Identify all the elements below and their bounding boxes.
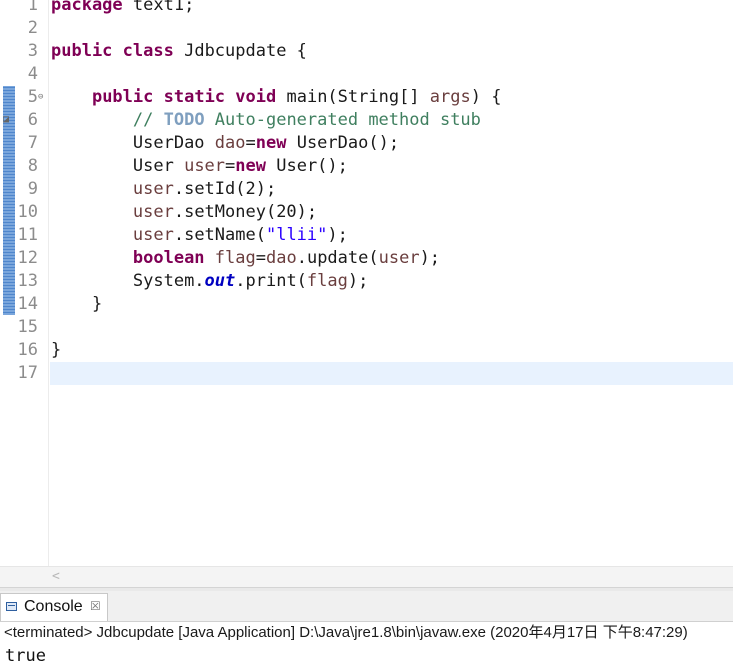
code-line-6[interactable]: // TODO Auto-generated method stub [51, 109, 481, 132]
code-text: UserDao(); [286, 133, 400, 153]
variable: flag [306, 271, 348, 291]
code-text: ); [419, 248, 441, 268]
code-text: ) { [470, 87, 502, 107]
line-number: 8 [27, 156, 38, 176]
code-text: User [132, 156, 185, 176]
line-number: 11 [17, 225, 38, 245]
code-text: main(String[] [276, 87, 430, 107]
variable: dao [214, 133, 246, 153]
code-text: = [225, 156, 236, 176]
line-number: 2 [27, 18, 38, 38]
code-text: .setName( [173, 225, 266, 245]
line-number-gutter[interactable]: ◪ 1 2 3 4 5 ⊖ 6 7 8 9 10 11 12 13 14 15 … [0, 0, 49, 566]
variable: user [184, 156, 226, 176]
keyword: boolean [132, 248, 205, 268]
line-number: 9 [27, 179, 38, 199]
tab-console[interactable]: Console ☒ [0, 593, 108, 621]
keyword: static [163, 87, 226, 107]
variable: user [378, 248, 420, 268]
line-number: 7 [27, 133, 38, 153]
todo-tag: TODO [163, 110, 205, 130]
variable: user [132, 202, 174, 222]
line-number: 10 [17, 202, 38, 222]
code-line-16[interactable]: } [51, 339, 61, 362]
line-number: 12 [17, 248, 38, 268]
variable: args [429, 87, 471, 107]
keyword: public [91, 87, 154, 107]
line-number: 4 [27, 64, 38, 84]
code-line-5[interactable]: public static void main(String[] args) { [51, 86, 502, 109]
code-text: ); [347, 271, 369, 291]
comment: Auto-generated method stub [204, 110, 481, 130]
tab-label: Console [24, 598, 83, 615]
code-line-10[interactable]: user.setMoney(20); [51, 201, 317, 224]
closing-brace: } [51, 340, 62, 360]
code-line-11[interactable]: user.setName("llii"); [51, 224, 348, 247]
console-icon [6, 602, 17, 611]
code-text: = [255, 248, 266, 268]
close-icon[interactable]: ☒ [90, 599, 101, 613]
keyword: class [122, 41, 174, 61]
comment: // [132, 110, 164, 130]
line-number: 16 [17, 340, 38, 360]
line-number: 1 [27, 0, 38, 15]
line-number: 6 [27, 110, 38, 130]
horizontal-scrollbar[interactable]: < [0, 566, 733, 587]
variable: user [132, 225, 174, 245]
code-line-14[interactable]: } [51, 293, 102, 316]
code-text: Jdbcupdate { [173, 41, 307, 61]
code-line-1[interactable]: package text1; [51, 0, 194, 17]
keyword: new [255, 133, 287, 153]
keyword: void [235, 87, 277, 107]
line-number: 13 [17, 271, 38, 291]
code-text: System. [132, 271, 205, 291]
closing-brace: } [91, 294, 103, 314]
line-number: 14 [17, 294, 38, 314]
code-line-7[interactable]: UserDao dao=new UserDao(); [51, 132, 399, 155]
code-text: .print( [235, 271, 307, 291]
console-status: <terminated> Jdbcupdate [Java Applicatio… [4, 624, 688, 641]
string-literal: "llii" [265, 225, 328, 245]
code-line-12[interactable]: boolean flag=dao.update(user); [51, 247, 440, 270]
fold-collapse-icon[interactable]: ⊖ [38, 86, 43, 109]
code-line-3[interactable]: public class Jdbcupdate { [51, 40, 307, 63]
code-line-9[interactable]: user.setId(2); [51, 178, 276, 201]
console-tab-bar: Console ☒ [0, 591, 733, 622]
scroll-left-icon[interactable]: < [52, 567, 60, 587]
line-number: 17 [17, 363, 38, 383]
code-text: ); [327, 225, 348, 245]
code-line-13[interactable]: System.out.print(flag); [51, 270, 368, 293]
variable: flag [214, 248, 256, 268]
line-number: 5 [27, 87, 38, 107]
code-text: .setId(2); [173, 179, 277, 199]
current-line-highlight [50, 362, 733, 385]
line-number: 3 [27, 41, 38, 61]
variable: dao [266, 248, 297, 268]
console-output[interactable]: true [5, 645, 46, 667]
keyword: package [51, 0, 123, 15]
console-view: Console ☒ <terminated> Jdbcupdate [Java … [0, 591, 733, 668]
keyword: public [51, 41, 113, 61]
code-text: = [245, 133, 256, 153]
code-text: .setMoney(20); [173, 202, 318, 222]
code-text: .update( [296, 248, 379, 268]
code-text: text1; [122, 0, 195, 15]
line-number: 15 [17, 317, 38, 337]
code-text: UserDao [132, 133, 215, 153]
code-line-8[interactable]: User user=new User(); [51, 155, 348, 178]
code-text: User(); [266, 156, 348, 176]
keyword: new [235, 156, 266, 176]
static-field: out [204, 271, 236, 291]
code-editor[interactable]: ◪ 1 2 3 4 5 ⊖ 6 7 8 9 10 11 12 13 14 15 … [0, 0, 733, 566]
variable: user [132, 179, 174, 199]
task-marker-icon: ◪ [3, 114, 10, 125]
